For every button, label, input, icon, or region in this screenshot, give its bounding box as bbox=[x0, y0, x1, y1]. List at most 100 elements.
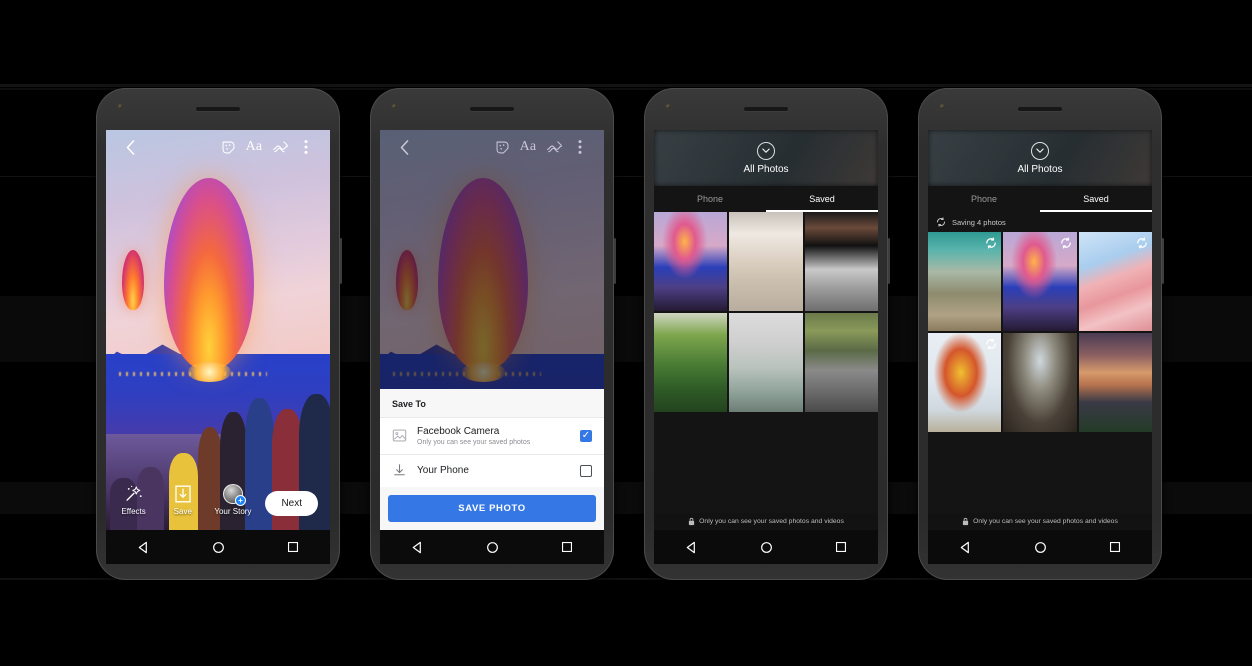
photo-tile[interactable] bbox=[1078, 232, 1152, 331]
sync-badge bbox=[1060, 236, 1073, 249]
text-tool-label: Aa bbox=[245, 139, 263, 154]
overflow-menu-button[interactable] bbox=[293, 134, 319, 160]
android-back-icon[interactable] bbox=[137, 541, 150, 554]
android-back-icon[interactable] bbox=[959, 541, 972, 554]
privacy-notice: Only you can see your saved photos and v… bbox=[654, 513, 878, 530]
phone-syncing-gallery: All Photos Phone Saved Saving 4 photos O… bbox=[918, 88, 1164, 580]
squiggle-draw-icon bbox=[272, 141, 288, 153]
android-recents-icon[interactable] bbox=[1109, 541, 1121, 553]
tab-phone[interactable]: Phone bbox=[654, 186, 766, 212]
back-button[interactable] bbox=[391, 134, 417, 160]
gallery-screen: All Photos Phone Saved Only you can see … bbox=[654, 130, 878, 530]
checkbox-your-phone[interactable] bbox=[580, 465, 592, 477]
photo-tile[interactable] bbox=[804, 212, 878, 311]
sticker-button[interactable] bbox=[489, 134, 515, 160]
album-picker-button[interactable] bbox=[1031, 141, 1049, 160]
phone-bezel-top bbox=[370, 88, 614, 130]
android-home-icon[interactable] bbox=[1034, 541, 1047, 554]
privacy-text: Only you can see your saved photos and v… bbox=[973, 518, 1118, 525]
tab-phone[interactable]: Phone bbox=[928, 186, 1040, 212]
option-label: Your Phone bbox=[417, 464, 469, 476]
photo-tile[interactable] bbox=[1003, 333, 1077, 432]
editor-toolbar: Aa bbox=[106, 130, 330, 164]
gallery-tabs: Phone Saved bbox=[928, 186, 1152, 212]
privacy-notice: Only you can see your saved photos and v… bbox=[928, 513, 1152, 530]
tab-saved[interactable]: Saved bbox=[1040, 186, 1152, 212]
android-back-icon[interactable] bbox=[411, 541, 424, 554]
photo-tile[interactable] bbox=[928, 333, 1002, 432]
photo-tile[interactable] bbox=[1078, 333, 1152, 432]
edited-photo bbox=[106, 130, 330, 530]
photo-frame-icon bbox=[392, 429, 407, 442]
android-recents-icon[interactable] bbox=[287, 541, 299, 553]
sync-badge bbox=[984, 236, 997, 249]
screenshot-canvas: Aa Effects Save + Your Story Next Aa Sav… bbox=[0, 0, 1252, 666]
privacy-text: Only you can see your saved photos and v… bbox=[699, 518, 844, 525]
next-button[interactable]: Next bbox=[265, 491, 318, 516]
add-badge-icon: + bbox=[234, 495, 246, 506]
front-camera-icon bbox=[666, 104, 671, 109]
chevron-down-circle-icon bbox=[762, 147, 770, 153]
editor-toolbar: Aa bbox=[380, 130, 604, 164]
avatar-plus-icon: + bbox=[222, 484, 246, 506]
save-option-facebook-camera[interactable]: Facebook Camera Only you can see your sa… bbox=[380, 416, 604, 454]
android-back-icon[interactable] bbox=[685, 541, 698, 554]
chevron-left-icon bbox=[126, 139, 134, 155]
magic-wand-icon bbox=[126, 485, 142, 501]
sticker-icon bbox=[222, 141, 234, 153]
sync-badge bbox=[1135, 236, 1148, 249]
android-nav-bar bbox=[106, 530, 330, 564]
photo-tile[interactable] bbox=[654, 212, 728, 311]
your-story-button[interactable]: + Your Story bbox=[214, 484, 251, 516]
save-photo-button[interactable]: SAVE PHOTO bbox=[388, 495, 596, 522]
phone-bezel-top bbox=[918, 88, 1162, 130]
phone-editor: Aa Effects Save + Your Story Next bbox=[96, 88, 342, 580]
gallery-syncing-screen: All Photos Phone Saved Saving 4 photos O… bbox=[928, 130, 1152, 530]
option-sublabel: Only you can see your saved photos bbox=[417, 439, 531, 446]
earpiece-speaker bbox=[1018, 107, 1062, 111]
sticker-button[interactable] bbox=[215, 134, 241, 160]
overflow-menu-button[interactable] bbox=[567, 134, 593, 160]
photo-grid bbox=[654, 212, 878, 412]
text-tool-button[interactable]: Aa bbox=[515, 134, 541, 160]
photo-tile[interactable] bbox=[928, 232, 1002, 331]
gallery-tabs: Phone Saved bbox=[654, 186, 878, 212]
photo-tile[interactable] bbox=[729, 212, 803, 311]
save-label: Save bbox=[173, 507, 192, 516]
overflow-menu-icon bbox=[578, 140, 582, 154]
album-picker-button[interactable] bbox=[757, 141, 775, 160]
photo-tile[interactable] bbox=[804, 313, 878, 412]
android-recents-icon[interactable] bbox=[835, 541, 847, 553]
editor-screen: Aa Effects Save + Your Story Next bbox=[106, 130, 330, 530]
chevron-down-circle-icon bbox=[1036, 147, 1044, 153]
android-home-icon[interactable] bbox=[760, 541, 773, 554]
tab-saved[interactable]: Saved bbox=[766, 186, 878, 212]
android-recents-icon[interactable] bbox=[561, 541, 573, 553]
effects-button[interactable]: Effects bbox=[116, 484, 151, 516]
earpiece-speaker bbox=[744, 107, 788, 111]
phone-bezel-top bbox=[644, 88, 888, 130]
sync-status-text: Saving 4 photos bbox=[952, 217, 1006, 227]
download-save-icon bbox=[394, 464, 405, 476]
gallery-title: All Photos bbox=[743, 163, 789, 175]
phone-bezel-top bbox=[96, 88, 340, 130]
draw-tool-button[interactable] bbox=[541, 134, 567, 160]
sync-icon bbox=[1136, 237, 1147, 248]
photo-tile[interactable] bbox=[1003, 232, 1077, 331]
phone-saved-gallery: All Photos Phone Saved Only you can see … bbox=[644, 88, 890, 580]
draw-tool-button[interactable] bbox=[267, 134, 293, 160]
gallery-header: All Photos bbox=[654, 130, 878, 186]
earpiece-speaker bbox=[470, 107, 514, 111]
save-option-your-phone[interactable]: Your Phone bbox=[380, 454, 604, 487]
download-save-icon bbox=[175, 485, 191, 503]
photo-tile[interactable] bbox=[654, 313, 728, 412]
checkbox-facebook-camera[interactable] bbox=[580, 429, 592, 442]
sheet-title: Save To bbox=[392, 398, 426, 409]
android-home-icon[interactable] bbox=[486, 541, 499, 554]
text-tool-button[interactable]: Aa bbox=[241, 134, 267, 160]
save-button[interactable]: Save bbox=[165, 484, 200, 516]
back-button[interactable] bbox=[117, 134, 143, 160]
photo-tile[interactable] bbox=[729, 313, 803, 412]
phone-save-dialog: Aa Save To Facebook Camera Only you can … bbox=[370, 88, 616, 580]
android-home-icon[interactable] bbox=[212, 541, 225, 554]
